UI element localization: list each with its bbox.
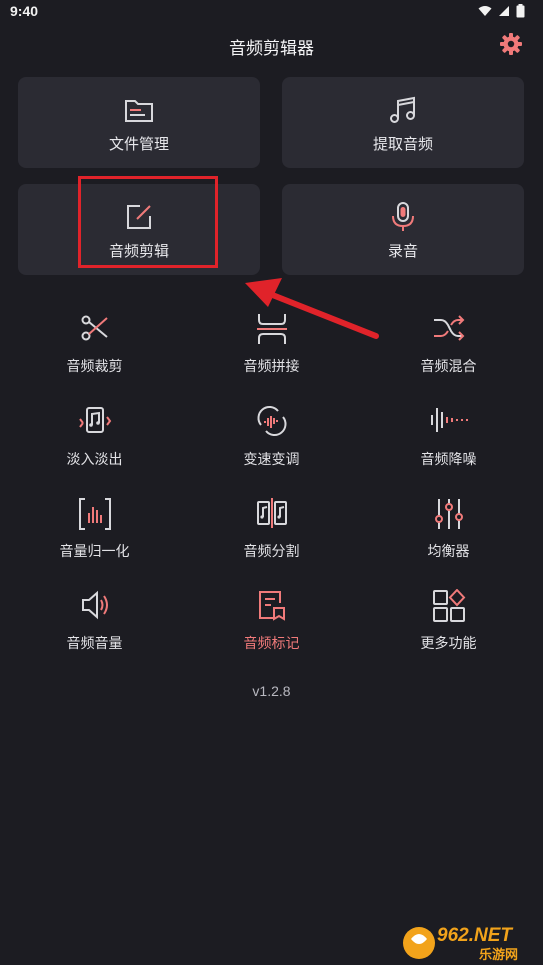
card-label: 录音 <box>387 243 418 260</box>
speed-icon <box>256 406 287 436</box>
card-label: 文件管理 <box>108 136 169 153</box>
tool-label: 音频分割 <box>243 543 300 559</box>
tool-audio-trim[interactable]: 音频裁剪 <box>4 312 185 392</box>
tool-more[interactable]: 更多功能 <box>358 589 539 669</box>
tool-marker[interactable]: 音频标记 <box>181 589 362 669</box>
shuffle-icon <box>433 315 464 341</box>
status-time: 9:40 <box>10 3 39 19</box>
normalize-icon <box>78 498 111 530</box>
watermark-logo: 962.NET 乐游网 <box>403 925 518 963</box>
tool-noise-reduce[interactable]: 音频降噪 <box>358 405 539 485</box>
tool-split[interactable]: 音频分割 <box>181 497 362 577</box>
folder-icon <box>125 100 153 122</box>
marker-icon <box>258 591 285 621</box>
card-label: 提取音频 <box>372 136 433 153</box>
tool-audio-mix[interactable]: 音频混合 <box>358 312 539 392</box>
tool-normalize[interactable]: 音量归一化 <box>4 497 185 577</box>
fade-icon <box>78 407 111 433</box>
microphone-icon <box>392 202 414 231</box>
tool-speed-pitch[interactable]: 变速变调 <box>181 405 362 485</box>
version-label: v1.2.8 <box>252 683 291 699</box>
card-file-manager[interactable]: 文件管理 <box>18 77 260 168</box>
tool-label: 音频拼接 <box>243 358 300 374</box>
battery-icon <box>516 4 525 18</box>
scissors-icon <box>81 315 108 341</box>
status-bar: 9:40 <box>0 0 543 24</box>
signal-icon <box>499 6 509 16</box>
tool-audio-join[interactable]: 音频拼接 <box>181 312 362 392</box>
highlight-box <box>78 176 218 268</box>
tool-label: 音频音量 <box>66 635 123 651</box>
app-header: 音频剪辑器 <box>0 24 543 68</box>
music-note-icon <box>390 96 415 123</box>
tool-fade[interactable]: 淡入淡出 <box>4 405 185 485</box>
watermark-subtext: 乐游网 <box>479 947 518 963</box>
wifi-icon <box>478 6 492 16</box>
more-icon <box>432 589 465 622</box>
equalizer-icon <box>434 499 463 529</box>
page-title: 音频剪辑器 <box>229 39 314 58</box>
tool-volume[interactable]: 音频音量 <box>4 589 185 669</box>
gear-icon[interactable] <box>499 32 523 56</box>
tool-label: 变速变调 <box>243 451 300 467</box>
tool-label: 音频裁剪 <box>66 358 123 374</box>
card-record[interactable]: 录音 <box>282 184 524 275</box>
tool-label: 音频降噪 <box>420 451 477 467</box>
tool-label: 音频标记 <box>243 635 300 651</box>
noise-reduce-icon <box>430 408 468 432</box>
tool-label: 音频混合 <box>420 358 477 374</box>
tool-equalizer[interactable]: 均衡器 <box>358 497 539 577</box>
tool-label: 淡入淡出 <box>66 451 123 467</box>
tool-label: 音量归一化 <box>59 543 130 559</box>
tool-label: 更多功能 <box>420 635 477 651</box>
tool-label: 均衡器 <box>427 543 470 559</box>
split-icon <box>256 498 287 528</box>
volume-icon <box>81 590 108 620</box>
merge-icon <box>256 314 287 344</box>
watermark-text: 962.NET <box>437 925 513 946</box>
status-icons <box>478 4 525 18</box>
card-extract-audio[interactable]: 提取音频 <box>282 77 524 168</box>
